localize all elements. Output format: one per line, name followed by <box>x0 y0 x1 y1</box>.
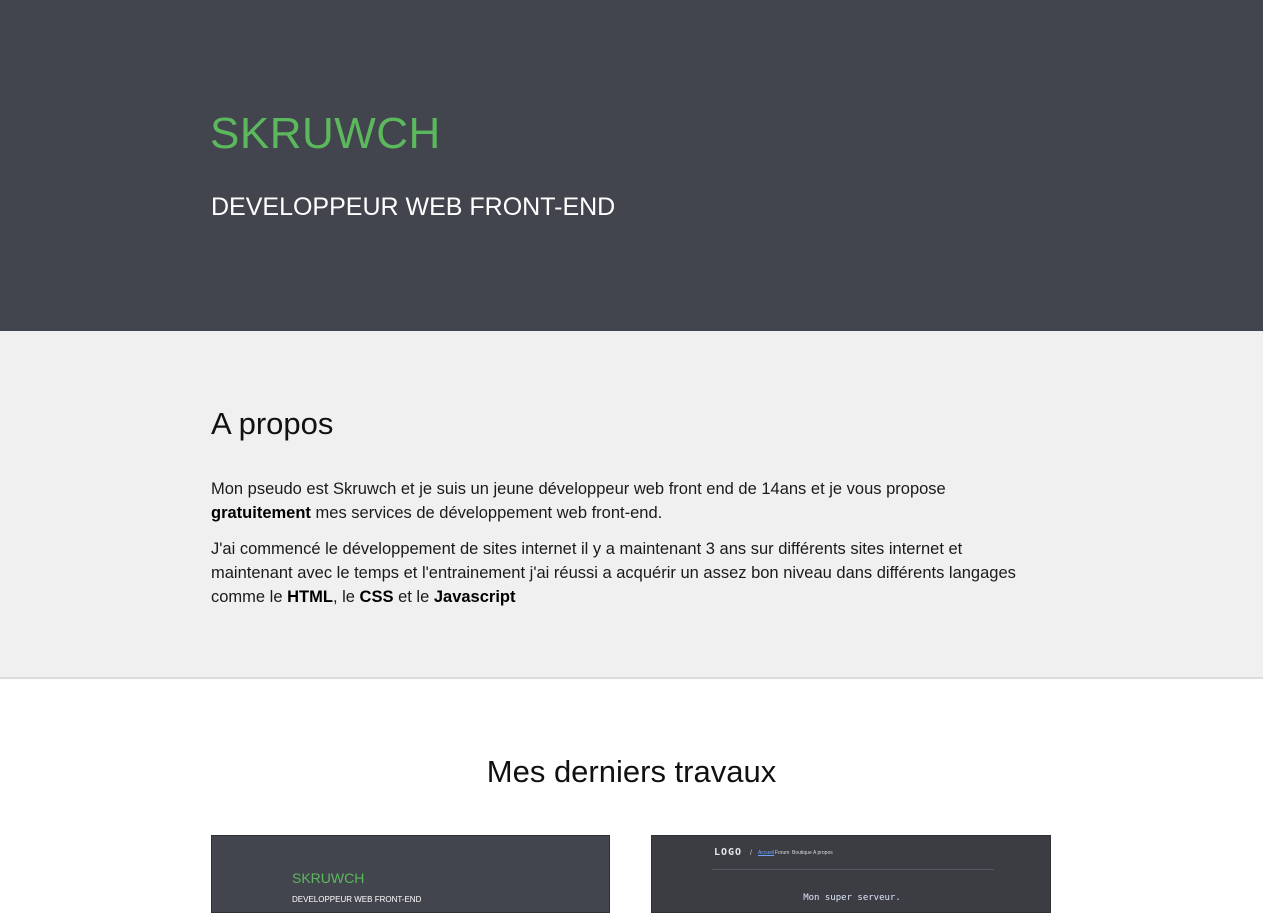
hero-section: SKRUWCH DEVELOPPEUR WEB FRONT-END <box>0 0 1263 331</box>
thumb1-subtitle: DEVELOPPEUR WEB FRONT-END <box>292 895 422 904</box>
about-p2-html: HTML <box>287 588 333 606</box>
about-p2-sep1: , le <box>332 588 360 606</box>
about-p1-end: mes services de développement web front-… <box>310 504 663 522</box>
about-p2-css: CSS <box>359 588 394 606</box>
about-p2-sep2: et le <box>393 588 434 606</box>
thumb1-title: SKRUWCH <box>292 870 365 886</box>
about-paragraph-2: J'ai commencé le développement de sites … <box>211 537 1031 609</box>
thumb2-logo: LOGO <box>714 847 743 858</box>
about-p2-js: Javascript <box>433 588 516 606</box>
about-p1-text: Mon pseudo est Skruwch et je suis un jeu… <box>211 480 946 498</box>
thumb2-nav-forum: Forum <box>775 850 790 856</box>
thumb2-separator: / <box>750 850 752 857</box>
thumb2-divider <box>712 869 994 870</box>
about-section: A propos Mon pseudo est Skruwch et je su… <box>0 331 1263 679</box>
about-p1-bold: gratuitement <box>211 504 311 522</box>
site-subtitle: DEVELOPPEUR WEB FRONT-END <box>211 193 616 221</box>
site-title: SKRUWCH <box>210 109 441 158</box>
work-thumbnail-1[interactable]: SKRUWCH DEVELOPPEUR WEB FRONT-END <box>211 835 610 913</box>
about-paragraph-1: Mon pseudo est Skruwch et je suis un jeu… <box>211 477 1031 525</box>
about-heading: A propos <box>211 406 334 441</box>
thumb2-nav-accueil: Accueil <box>758 850 775 856</box>
works-heading: Mes derniers travaux <box>486 754 777 789</box>
thumb2-hero-text: Mon super serveur. <box>803 893 901 903</box>
thumb2-nav-apropos: A propos <box>813 850 833 856</box>
work-thumbnail-2[interactable]: LOGO / Accueil Forum Boutique A propos M… <box>651 835 1051 913</box>
thumb2-nav-boutique: Boutique <box>792 850 812 856</box>
